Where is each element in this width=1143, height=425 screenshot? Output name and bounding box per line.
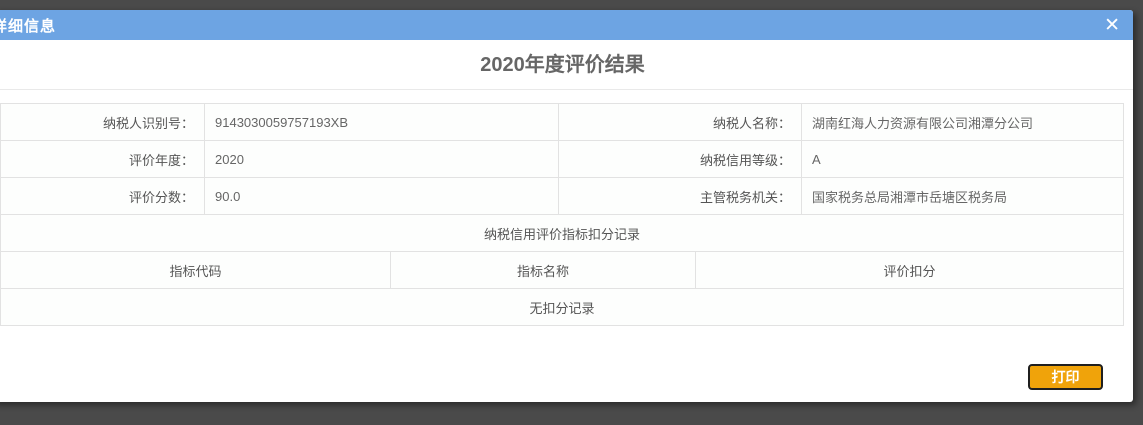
tax-authority-label: 主管税务机关：: [559, 178, 802, 215]
taxpayer-info-table: 纳税人识别号： 9143030059757193XB 纳税人名称： 湖南红海人力…: [0, 103, 1124, 215]
table-row: 评价分数： 90.0 主管税务机关： 国家税务总局湘潭市岳塘区税务局: [1, 178, 1124, 215]
credit-grade-value: A: [802, 141, 1124, 178]
taxpayer-id-value: 9143030059757193XB: [205, 104, 559, 141]
deduction-record-table: 纳税信用评价指标扣分记录 指标代码 指标名称 评价扣分 无扣分记录: [0, 214, 1124, 326]
empty-records-message: 无扣分记录: [1, 289, 1124, 326]
result-title: 2020年度评价结果: [0, 40, 1133, 90]
close-icon[interactable]: ✕: [1104, 16, 1120, 35]
detail-dialog: 详细信息 ✕ 2020年度评价结果 纳税人识别号： 91430300597571…: [0, 10, 1133, 402]
eval-year-label: 评价年度：: [1, 141, 205, 178]
tax-authority-value: 国家税务总局湘潭市岳塘区税务局: [802, 178, 1124, 215]
column-header-indicator-code: 指标代码: [1, 252, 391, 289]
dialog-body: 2020年度评价结果 纳税人识别号： 9143030059757193XB 纳税…: [0, 40, 1133, 402]
deduction-section-title: 纳税信用评价指标扣分记录: [1, 215, 1124, 252]
dialog-titlebar-text: 详细信息: [0, 15, 56, 36]
page-background: { "window": { "header": { "title": "详细信息…: [0, 0, 1143, 425]
dialog-titlebar: 详细信息 ✕: [0, 10, 1133, 40]
eval-score-label: 评价分数：: [1, 178, 205, 215]
print-button[interactable]: 打印: [1028, 364, 1103, 390]
table-row: 评价年度： 2020 纳税信用等级： A: [1, 141, 1124, 178]
table-row: 无扣分记录: [1, 289, 1124, 326]
column-header-indicator-name: 指标名称: [391, 252, 696, 289]
table-row: 指标代码 指标名称 评价扣分: [1, 252, 1124, 289]
eval-year-value: 2020: [205, 141, 559, 178]
taxpayer-name-label: 纳税人名称：: [559, 104, 802, 141]
credit-grade-label: 纳税信用等级：: [559, 141, 802, 178]
taxpayer-id-label: 纳税人识别号：: [1, 104, 205, 141]
table-row: 纳税人识别号： 9143030059757193XB 纳税人名称： 湖南红海人力…: [1, 104, 1124, 141]
eval-score-value: 90.0: [205, 178, 559, 215]
taxpayer-name-value: 湖南红海人力资源有限公司湘潭分公司: [802, 104, 1124, 141]
column-header-deduction-score: 评价扣分: [696, 252, 1124, 289]
table-row: 纳税信用评价指标扣分记录: [1, 215, 1124, 252]
